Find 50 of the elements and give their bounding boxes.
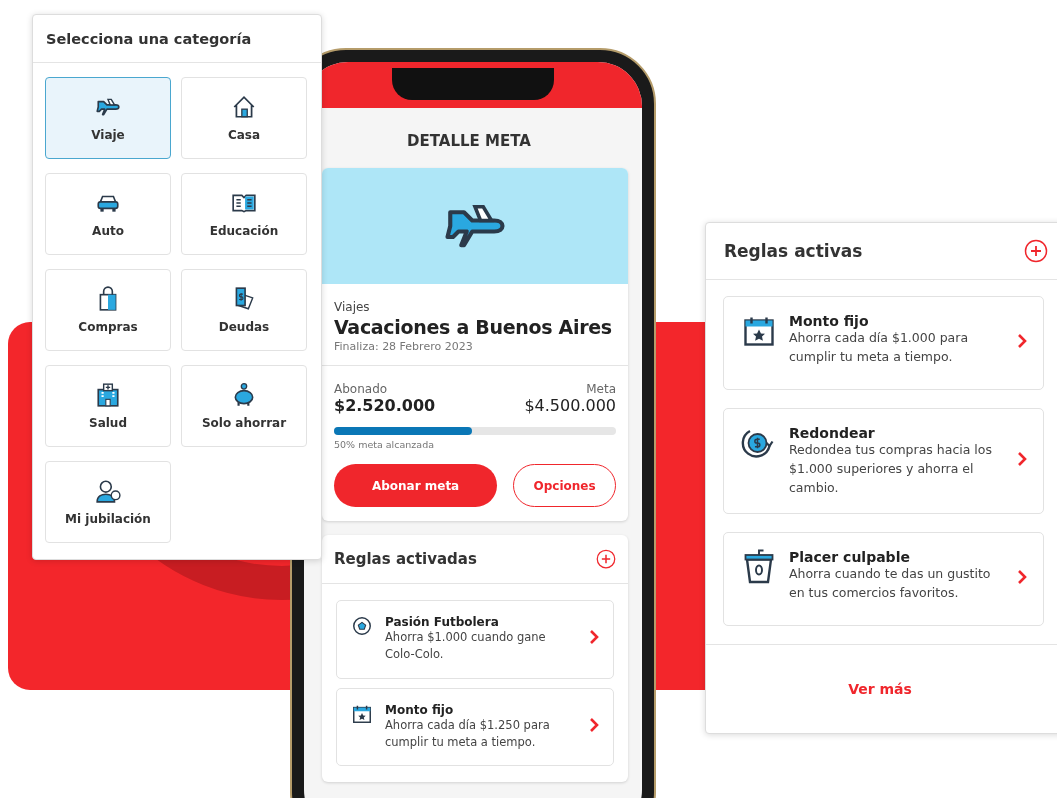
category-tile[interactable]: Deudas <box>181 269 307 351</box>
chevron-right-icon[interactable] <box>1017 333 1027 349</box>
target-amount: $4.500.000 <box>524 396 616 415</box>
category-tile[interactable]: Casa <box>181 77 307 159</box>
category-tile[interactable]: Compras <box>45 269 171 351</box>
pay-goal-button[interactable]: Abonar meta <box>334 464 498 507</box>
category-tile[interactable]: Mi jubilación <box>45 461 171 543</box>
panel-title: Reglas activas <box>724 241 863 261</box>
panel-title: Selecciona una categoría <box>33 15 321 63</box>
rule-card[interactable]: Monto fijo Ahorra cada día $1.250 para cumplir tu meta a tiempo. <box>336 687 614 766</box>
rule-description: Redondea tus compras hacia los $1.000 superiores y ahorra el cambio. <box>789 441 993 497</box>
rule-description: Ahorra $1.000 cuando gane Colo-Colo. <box>385 629 547 664</box>
rule-card[interactable]: Pasión Futbolera Ahorra $1.000 cuando gane Colo-Colo. <box>336 600 614 679</box>
rule-card[interactable]: Monto fijo Ahorra cada día $1.000 para cumplir tu meta a tiempo. <box>723 296 1044 390</box>
see-more-link[interactable]: Ver más <box>842 680 918 699</box>
paid-label: Abonado <box>334 382 388 396</box>
rule-title: Pasión Futbolera <box>385 615 500 629</box>
add-icon[interactable] <box>596 549 616 569</box>
screen-title: DETALLE META <box>406 132 532 150</box>
rule-title: Monto fijo <box>789 313 870 329</box>
ball-icon <box>351 615 373 637</box>
rule-title: Redondear <box>789 425 876 441</box>
rule-description: Ahorra cada día $1.000 para cumplir tu meta a tiempo. <box>789 329 970 366</box>
add-icon[interactable] <box>1024 239 1048 263</box>
options-button[interactable]: Opciones <box>513 464 616 507</box>
category-tile[interactable]: Educación <box>181 173 307 255</box>
rule-card[interactable]: Redondear Redondea tus compras hacia los $1.000 superiores y ahorra el cambio. <box>723 408 1044 515</box>
chevron-right-icon[interactable] <box>589 629 599 646</box>
rule-title: Monto fijo <box>385 702 455 717</box>
category-tile[interactable]: Viaje <box>45 77 171 159</box>
target-label: Meta <box>586 382 616 396</box>
progress-text: 50% meta alcanzada <box>334 439 435 450</box>
paid-amount: $2.520.000 <box>334 396 436 415</box>
category-tile[interactable]: Salud <box>45 365 171 447</box>
hospital-icon <box>95 382 121 408</box>
goal-category: Viajes <box>334 300 371 314</box>
chevron-right-icon[interactable] <box>1017 451 1027 468</box>
category-tile[interactable]: Auto <box>45 173 171 255</box>
chevron-right-icon[interactable] <box>589 716 599 733</box>
rule-description: Ahorra cada día $1.250 para cumplir tu meta a tiempo. <box>385 717 551 751</box>
rule-description: Ahorra cuando te das un gustito en tus comercios favoritos. <box>789 565 992 602</box>
rule-title: Placer culpable <box>789 549 911 566</box>
category-tile[interactable]: Solo ahorrar <box>181 365 307 447</box>
rule-card[interactable]: Placer culpable Ahorra cuando te das un gustito en tus comercios favoritos. <box>723 532 1044 627</box>
retiree-icon <box>95 478 121 504</box>
chevron-right-icon[interactable] <box>1017 569 1027 586</box>
house-icon <box>231 94 257 120</box>
goal-name: Vacaciones a Buenos Aires <box>334 316 613 338</box>
rules-title: Reglas activadas <box>334 550 477 568</box>
goal-end-date: Finaliza: 28 Febrero 2023 <box>334 340 474 353</box>
